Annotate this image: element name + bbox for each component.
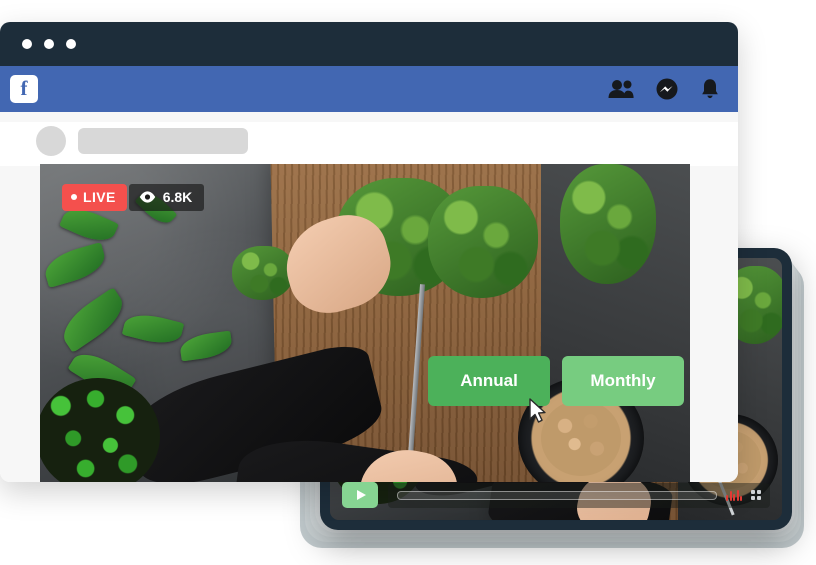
fs-square	[751, 490, 755, 494]
progress-bar-container	[388, 482, 770, 508]
broccoli-head	[428, 186, 538, 298]
view-count-label: 6.8K	[162, 189, 193, 205]
live-badge: LIVE	[62, 184, 127, 211]
progress-track[interactable]	[397, 490, 717, 500]
live-video-player[interactable]: LIVE 6.8K	[40, 164, 690, 482]
messenger-icon[interactable]	[656, 78, 678, 100]
fs-square	[757, 490, 761, 494]
post-header	[0, 122, 738, 166]
screenshot-stage: Annual Monthly f LIVE 6.8K	[0, 0, 816, 565]
fs-square	[751, 496, 755, 500]
facebook-navbar: f	[0, 66, 738, 112]
broccoli-head	[560, 164, 656, 284]
play-triangle-icon	[356, 490, 366, 500]
plan-button-monthly[interactable]: Monthly	[562, 356, 684, 407]
post-author-placeholder	[78, 128, 248, 154]
equalizer-icon[interactable]	[726, 489, 742, 501]
broccoli-floret	[232, 246, 294, 300]
window-dot-close[interactable]	[22, 39, 32, 49]
live-video-image	[40, 164, 690, 482]
eye-icon	[139, 191, 155, 203]
fs-square	[757, 496, 761, 500]
live-label: LIVE	[83, 189, 116, 205]
friends-icon[interactable]	[608, 79, 634, 99]
facebook-nav-icons	[608, 78, 720, 100]
video-badges: LIVE 6.8K	[62, 184, 205, 211]
video-controls	[342, 480, 770, 510]
window-controls	[22, 39, 76, 49]
window-dot-maximize[interactable]	[66, 39, 76, 49]
browser-titlebar	[0, 22, 738, 66]
plan-selector: Annual Monthly	[428, 356, 684, 407]
fullscreen-icon[interactable]	[751, 490, 761, 500]
browser-window: f LIVE 6.8K	[0, 22, 738, 482]
play-button[interactable]	[342, 482, 378, 508]
live-dot-icon	[71, 194, 77, 200]
facebook-logo[interactable]: f	[10, 75, 38, 103]
avatar	[36, 126, 66, 156]
notifications-bell-icon[interactable]	[700, 78, 720, 100]
facebook-feed: LIVE 6.8K	[0, 112, 738, 482]
window-dot-minimize[interactable]	[44, 39, 54, 49]
mouse-pointer-icon	[529, 398, 546, 423]
view-count-badge: 6.8K	[128, 184, 205, 211]
